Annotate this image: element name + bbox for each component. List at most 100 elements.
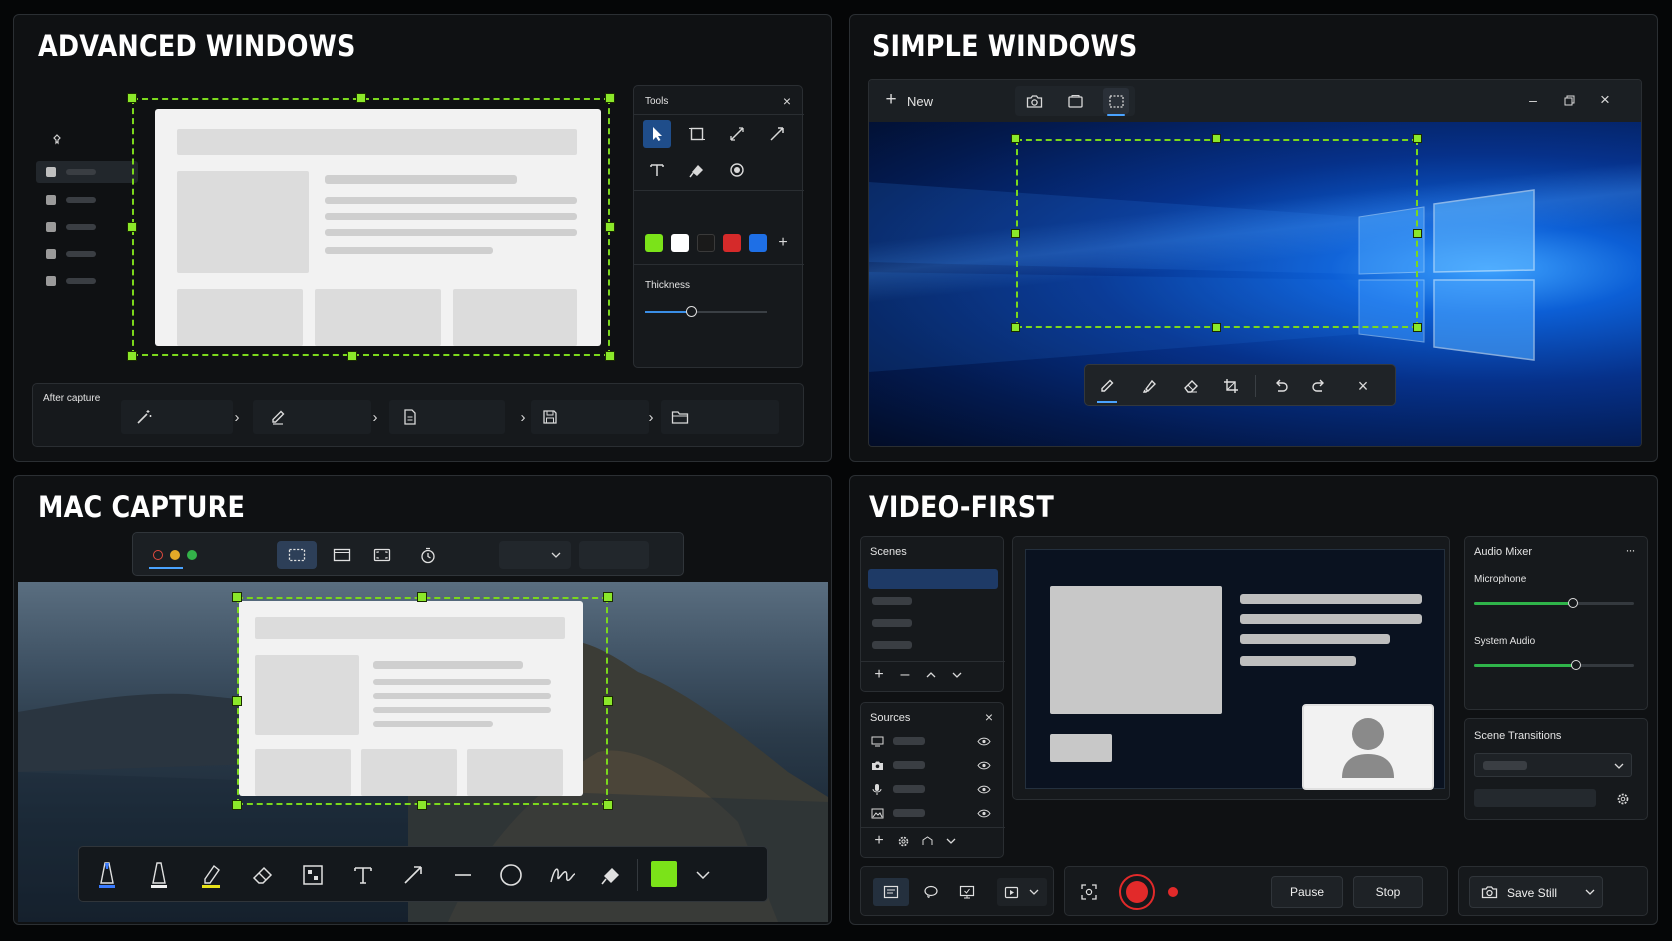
- screen-region-icon[interactable]: [873, 878, 909, 906]
- text-tool-icon[interactable]: [349, 859, 377, 891]
- monitor-icon[interactable]: [953, 878, 981, 906]
- freehand-tool-icon[interactable]: [547, 859, 579, 891]
- scene-item[interactable]: [872, 641, 912, 649]
- text-tool-icon[interactable]: [643, 156, 671, 184]
- eye-icon[interactable]: [975, 781, 993, 797]
- eraser-icon[interactable]: [249, 859, 277, 891]
- highlighter-yellow-icon[interactable]: [197, 859, 225, 891]
- move-up-icon[interactable]: [921, 665, 941, 685]
- pointer-tool-icon[interactable]: [643, 120, 671, 148]
- gear-icon[interactable]: [1613, 789, 1633, 809]
- eye-icon[interactable]: [975, 733, 993, 749]
- screenshot-icon[interactable]: [1075, 878, 1103, 906]
- chevron-down-icon[interactable]: [941, 831, 961, 851]
- pen-icon[interactable]: [1095, 374, 1119, 398]
- add-source-icon[interactable]: +: [869, 831, 889, 851]
- chevron-down-icon[interactable]: [1581, 882, 1599, 902]
- save-icon[interactable]: [539, 406, 561, 428]
- color-swatch-white[interactable]: [671, 234, 689, 252]
- more-icon[interactable]: ···: [1621, 543, 1639, 557]
- ellipse-tool-icon[interactable]: [497, 859, 525, 891]
- rectangle-tool-icon[interactable]: [683, 120, 711, 148]
- line-tool-icon[interactable]: [449, 859, 477, 891]
- close-icon[interactable]: ×: [780, 93, 794, 109]
- sidebar-item[interactable]: [46, 249, 56, 259]
- stop-button[interactable]: Stop: [1353, 876, 1423, 908]
- resize-handle[interactable]: [1011, 134, 1020, 143]
- transition-dropdown[interactable]: [1474, 753, 1632, 777]
- region-capture-icon[interactable]: [277, 541, 317, 569]
- resize-handle[interactable]: [417, 592, 427, 602]
- resize-handle[interactable]: [1212, 323, 1221, 332]
- resize-handle[interactable]: [1212, 134, 1221, 143]
- new-button[interactable]: New: [907, 94, 933, 109]
- close-icon[interactable]: ×: [1351, 374, 1375, 398]
- selection-rectangle[interactable]: [132, 98, 610, 356]
- system-audio-volume-slider[interactable]: [1474, 659, 1634, 671]
- document-icon[interactable]: [399, 406, 421, 428]
- resize-handle[interactable]: [1413, 134, 1422, 143]
- webcam-overlay[interactable]: [1302, 704, 1434, 790]
- edit-icon[interactable]: [267, 406, 289, 428]
- chevron-down-icon[interactable]: [1025, 882, 1043, 902]
- close-icon[interactable]: ×: [981, 709, 997, 725]
- resize-handle[interactable]: [1413, 323, 1422, 332]
- color-swatch-black[interactable]: [697, 234, 715, 252]
- sidebar-item[interactable]: [46, 222, 56, 232]
- resize-handle[interactable]: [232, 696, 242, 706]
- resize-handle[interactable]: [347, 351, 357, 361]
- redo-icon[interactable]: [1307, 374, 1331, 398]
- slider-thumb[interactable]: [1568, 598, 1578, 608]
- link-icon[interactable]: [917, 831, 937, 851]
- sidebar-item[interactable]: [46, 195, 56, 205]
- pin-icon[interactable]: [50, 133, 64, 147]
- blur-region-icon[interactable]: [299, 859, 327, 891]
- color-swatch-red[interactable]: [723, 234, 741, 252]
- resize-handle[interactable]: [417, 800, 427, 810]
- marker-white-icon[interactable]: [145, 859, 173, 891]
- capture-button[interactable]: [579, 541, 649, 569]
- chevron-down-icon[interactable]: [547, 545, 565, 565]
- camera-icon[interactable]: [1021, 90, 1047, 112]
- microphone-volume-slider[interactable]: [1474, 597, 1634, 609]
- close-icon[interactable]: ×: [1595, 90, 1615, 110]
- selection-rectangle[interactable]: [1016, 139, 1418, 328]
- chevron-down-icon[interactable]: [1611, 758, 1627, 774]
- minimize-icon[interactable]: –: [1523, 90, 1543, 110]
- undo-icon[interactable]: [1269, 374, 1293, 398]
- active-color-swatch[interactable]: [651, 861, 677, 887]
- window-zoom-button[interactable]: [187, 550, 197, 560]
- resize-handle[interactable]: [605, 351, 615, 361]
- fill-tool-icon[interactable]: [683, 156, 711, 184]
- lasso-icon[interactable]: [917, 878, 945, 906]
- slider-thumb[interactable]: [1571, 660, 1581, 670]
- resize-handle[interactable]: [232, 592, 242, 602]
- pause-button[interactable]: Pause: [1271, 876, 1343, 908]
- color-swatch-green[interactable]: [645, 234, 663, 252]
- plus-icon[interactable]: +: [881, 89, 901, 110]
- window-minimize-button[interactable]: [170, 550, 180, 560]
- resize-handle[interactable]: [1413, 229, 1422, 238]
- gear-icon[interactable]: [893, 831, 913, 851]
- resize-handle[interactable]: [603, 800, 613, 810]
- eye-icon[interactable]: [975, 757, 993, 773]
- scene-item[interactable]: [872, 619, 912, 627]
- eraser-icon[interactable]: [1179, 374, 1203, 398]
- move-down-icon[interactable]: [947, 665, 967, 685]
- window-capture-icon[interactable]: [325, 541, 359, 569]
- thickness-slider[interactable]: [645, 306, 767, 318]
- sidebar-item[interactable]: [46, 276, 56, 286]
- duration-field[interactable]: [1474, 789, 1596, 807]
- line-tool-icon[interactable]: [723, 120, 751, 148]
- resize-handle[interactable]: [127, 93, 137, 103]
- resize-handle[interactable]: [605, 222, 615, 232]
- chevron-down-icon[interactable]: [691, 863, 715, 887]
- arrow-tool-icon[interactable]: [399, 859, 427, 891]
- resize-handle[interactable]: [232, 800, 242, 810]
- fullscreen-capture-icon[interactable]: [365, 541, 399, 569]
- blur-tool-icon[interactable]: [723, 156, 751, 184]
- scene-item[interactable]: [872, 597, 912, 605]
- add-scene-icon[interactable]: +: [869, 665, 889, 685]
- region-capture-icon[interactable]: [1103, 88, 1129, 114]
- color-swatch-blue[interactable]: [749, 234, 767, 252]
